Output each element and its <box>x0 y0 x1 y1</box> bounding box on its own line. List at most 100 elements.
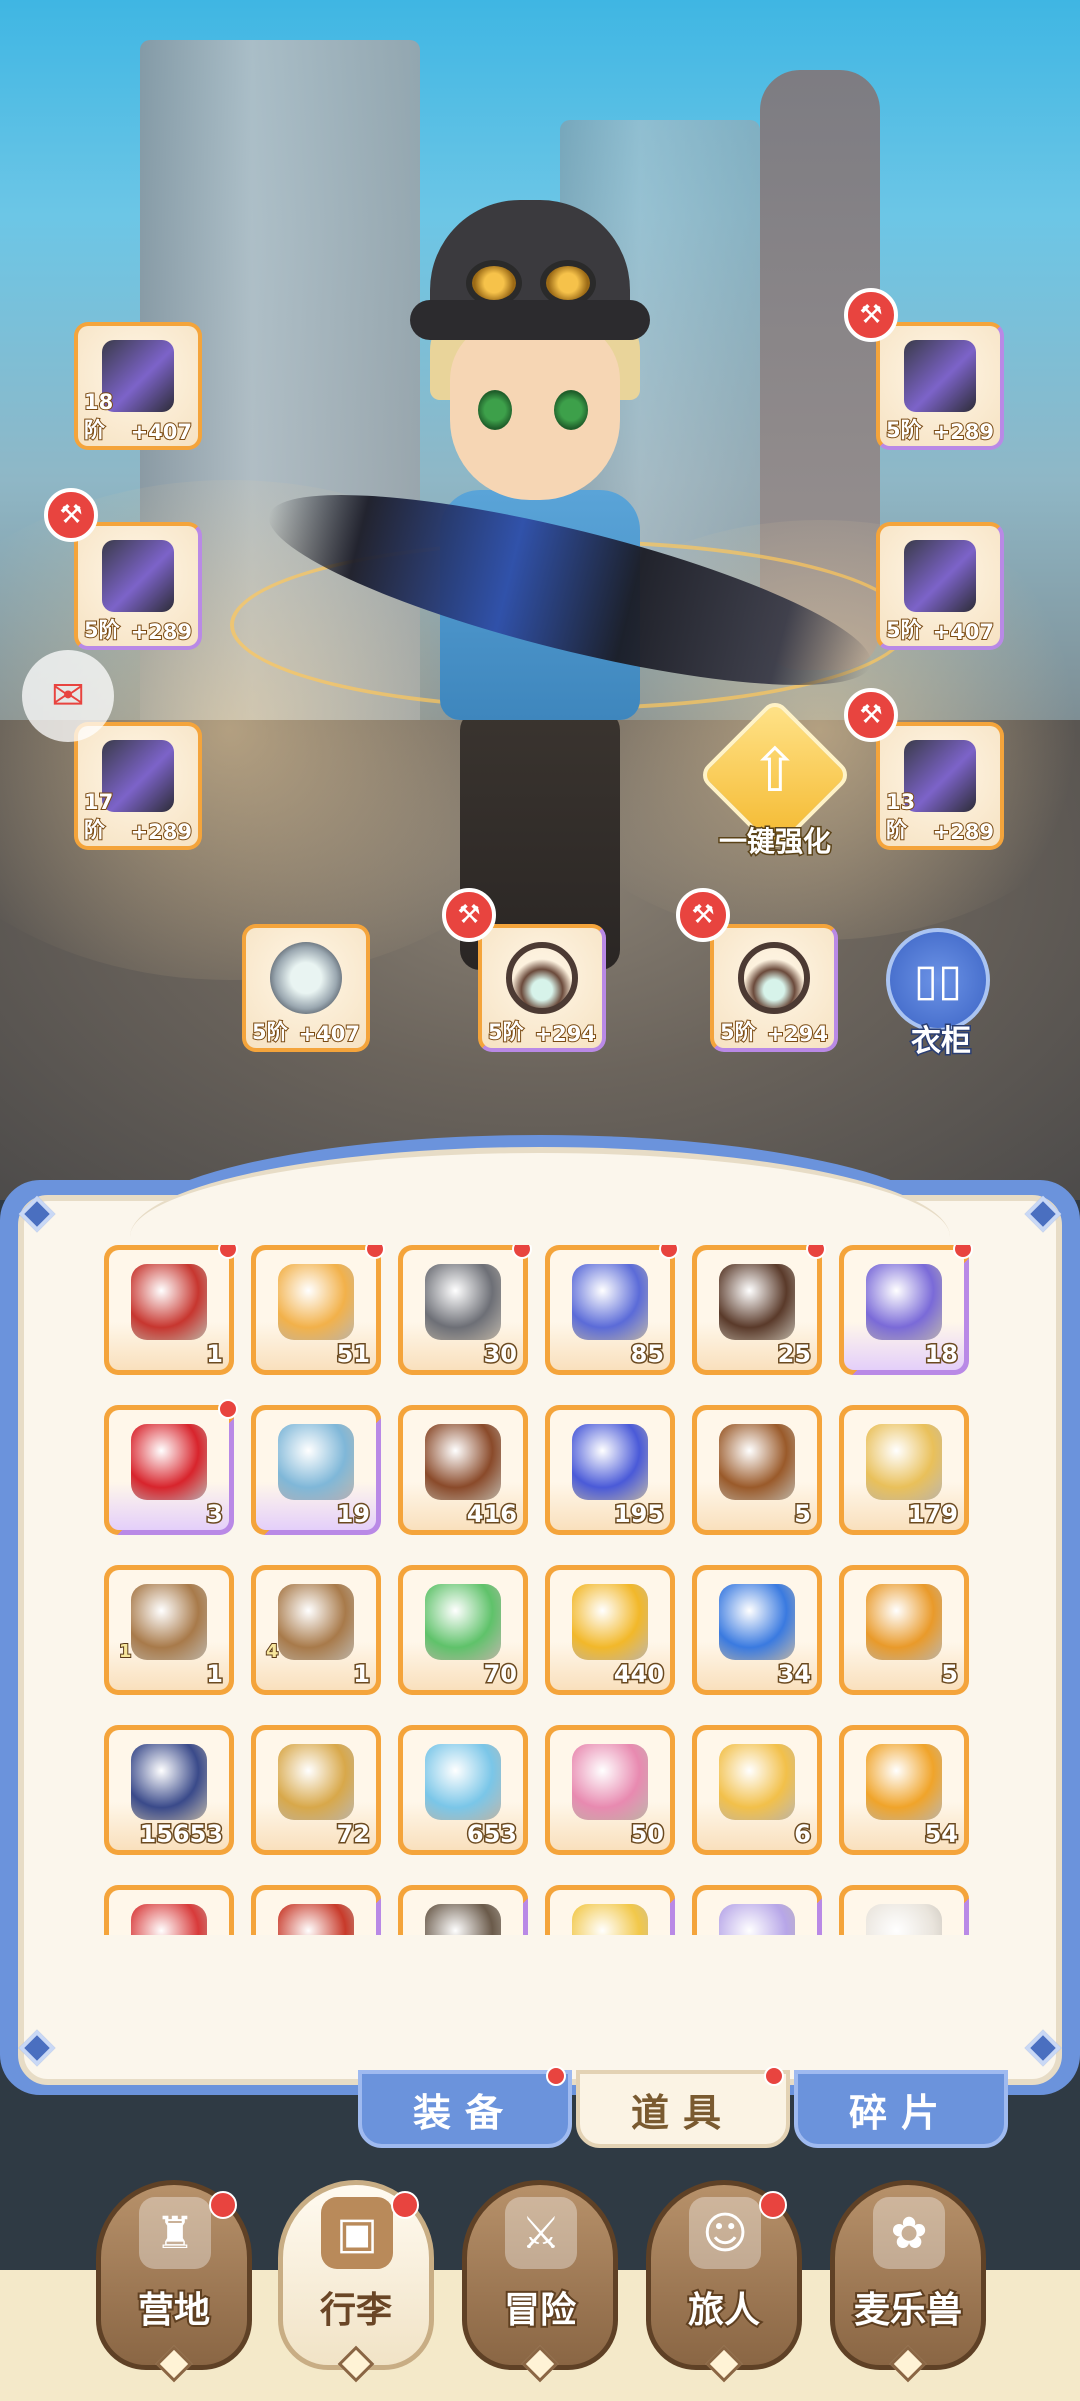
nav-luggage[interactable]: ▣ 行李 <box>278 2180 434 2383</box>
equip-slot-helmet[interactable]: 5阶 +289 <box>876 322 1004 450</box>
inventory-item[interactable]: 15653 <box>104 1725 234 1855</box>
notification-dot <box>546 2066 566 2086</box>
inventory-item[interactable]: 70 <box>398 1565 528 1695</box>
pet-icon: ✿ <box>873 2197 945 2269</box>
nav-camp[interactable]: ♜ 营地 <box>96 2180 252 2383</box>
blue-fragment-icon <box>572 1264 648 1340</box>
inventory-item[interactable] <box>692 1885 822 1935</box>
item-count: 6 <box>793 1819 813 1850</box>
inventory-item[interactable]: 5 <box>839 1565 969 1695</box>
red-tool-icon <box>278 1904 354 1935</box>
helmet-icon <box>904 340 976 412</box>
equip-slot-boots[interactable]: 13阶 +289 <box>876 722 1004 850</box>
building-upgrade-icon <box>131 1584 207 1660</box>
item-count: 85 <box>629 1339 665 1370</box>
crossed-swords-icon: ⚔ <box>505 2197 577 2269</box>
gold-star-icon <box>572 1584 648 1660</box>
inventory-item[interactable]: 1 <box>104 1245 238 1375</box>
inventory-item[interactable]: 41 <box>251 1565 381 1695</box>
equip-slot-ring[interactable]: 5阶 +407 <box>242 924 370 1052</box>
notification-dot <box>764 2066 784 2086</box>
inventory-item[interactable]: 72 <box>251 1725 381 1855</box>
cat-bell-icon <box>866 1584 942 1660</box>
inventory-item[interactable]: 50 <box>545 1725 675 1855</box>
inventory-item[interactable]: 51 <box>251 1245 385 1375</box>
nav-adventure[interactable]: ⚔ 冒险 <box>462 2180 618 2383</box>
inventory-item[interactable] <box>104 1885 234 1935</box>
tab-items[interactable]: 道具 <box>576 2066 790 2148</box>
item-count: 416 <box>465 1499 518 1530</box>
equip-bonus: +289 <box>130 619 193 645</box>
item-count: 1 <box>205 1659 225 1690</box>
equip-stage: 5阶 <box>885 417 923 443</box>
chest-icon: ▣ <box>321 2197 393 2269</box>
inventory-item[interactable]: 30 <box>398 1245 532 1375</box>
upgrade-hammer-icon: ⚒ <box>442 888 496 942</box>
inventory-item[interactable]: 18 <box>839 1245 973 1375</box>
wood-log-icon <box>719 1424 795 1500</box>
inventory-item[interactable] <box>839 1885 969 1935</box>
castle-icon: ♜ <box>139 2197 211 2269</box>
apple-icon <box>131 1424 207 1500</box>
tab-equipment[interactable]: 装备 <box>358 2066 572 2148</box>
item-count: 50 <box>629 1819 665 1850</box>
gloves-icon <box>904 540 976 612</box>
inventory-item[interactable] <box>398 1885 528 1935</box>
auto-enhance-button[interactable]: ⇧ 一键强化 <box>697 697 853 870</box>
upgrade-hammer-icon: ⚒ <box>676 888 730 942</box>
equip-slot-chest[interactable]: 5阶 +289 <box>74 522 202 650</box>
equip-slot-necklace[interactable]: 5阶 +294 <box>478 924 606 1052</box>
inventory-item[interactable]: 440 <box>545 1565 675 1695</box>
white-item-icon <box>866 1904 942 1935</box>
inventory-item[interactable]: 19 <box>251 1405 381 1535</box>
inventory-item[interactable] <box>251 1885 381 1935</box>
inventory-item[interactable]: 11 <box>104 1565 234 1695</box>
inventory-panel: 1 51 30 85 25 18 3 19 416 195 5 179 1 1 4 1 70 440 34 5 1565… <box>0 1135 1080 2095</box>
equip-slot-gloves[interactable]: 5阶 +407 <box>876 522 1004 650</box>
treasure-chest-icon <box>131 1264 207 1340</box>
inventory-item[interactable]: 179 <box>839 1405 969 1535</box>
inventory-item[interactable]: 5 <box>692 1405 822 1535</box>
item-count: 440 <box>612 1659 665 1690</box>
up-arrow-icon: ⇧ <box>749 736 801 806</box>
inventory-item[interactable]: 34 <box>692 1565 822 1695</box>
stick-icon <box>425 1904 501 1935</box>
equip-slot-bow[interactable]: 18阶 +407 <box>74 322 202 450</box>
inventory-item[interactable]: 25 <box>692 1245 826 1375</box>
wardrobe-button[interactable]: ▯▯ 衣柜 <box>886 928 996 1061</box>
inventory-item[interactable] <box>545 1885 675 1935</box>
nav-traveler[interactable]: ☺ 旅人 <box>646 2180 802 2383</box>
equip-slot-necklace-2[interactable]: 5阶 +294 <box>710 924 838 1052</box>
building-upgrade-icon <box>278 1584 354 1660</box>
necklace-icon <box>738 942 810 1014</box>
inventory-grid[interactable]: 1 51 30 85 25 18 3 19 416 195 5 179 1 1 4 1 70 440 34 5 1565… <box>104 1245 984 1935</box>
upgrade-hammer-icon: ⚒ <box>844 288 898 342</box>
brown-ticket-icon <box>425 1424 501 1500</box>
item-count: 18 <box>923 1339 959 1370</box>
item-count: 1 <box>352 1659 372 1690</box>
inventory-item[interactable]: 653 <box>398 1725 528 1855</box>
item-count: 70 <box>482 1659 518 1690</box>
equip-slot-belt[interactable]: 17阶 +289 <box>74 722 202 850</box>
item-level: 1 <box>118 1640 132 1663</box>
inventory-item[interactable]: 6 <box>692 1725 822 1855</box>
notification-dot <box>209 2191 237 2219</box>
equip-bonus: +407 <box>298 1021 361 1047</box>
tab-fragments[interactable]: 碎片 <box>794 2070 1008 2148</box>
tab-label: 道具 <box>630 2090 735 2135</box>
inventory-item[interactable]: 416 <box>398 1405 528 1535</box>
hat-brim <box>410 300 650 340</box>
nav-pet[interactable]: ✿ 麦乐兽 <box>830 2180 986 2383</box>
notification-dot <box>806 1245 826 1259</box>
inventory-item[interactable]: 54 <box>839 1725 969 1855</box>
notification-dot <box>218 1399 238 1419</box>
inventory-item[interactable]: 3 <box>104 1399 238 1535</box>
player-character[interactable] <box>230 200 910 1000</box>
inventory-item[interactable]: 195 <box>545 1405 675 1535</box>
chat-bubble-icon[interactable]: ✉ <box>22 650 114 742</box>
inventory-item[interactable]: 85 <box>545 1245 679 1375</box>
upgrade-hammer-icon: ⚒ <box>44 488 98 542</box>
rainbow-paint-icon <box>572 1744 648 1820</box>
equip-stage: 5阶 <box>251 1019 289 1045</box>
item-count: 1 <box>205 1339 225 1370</box>
